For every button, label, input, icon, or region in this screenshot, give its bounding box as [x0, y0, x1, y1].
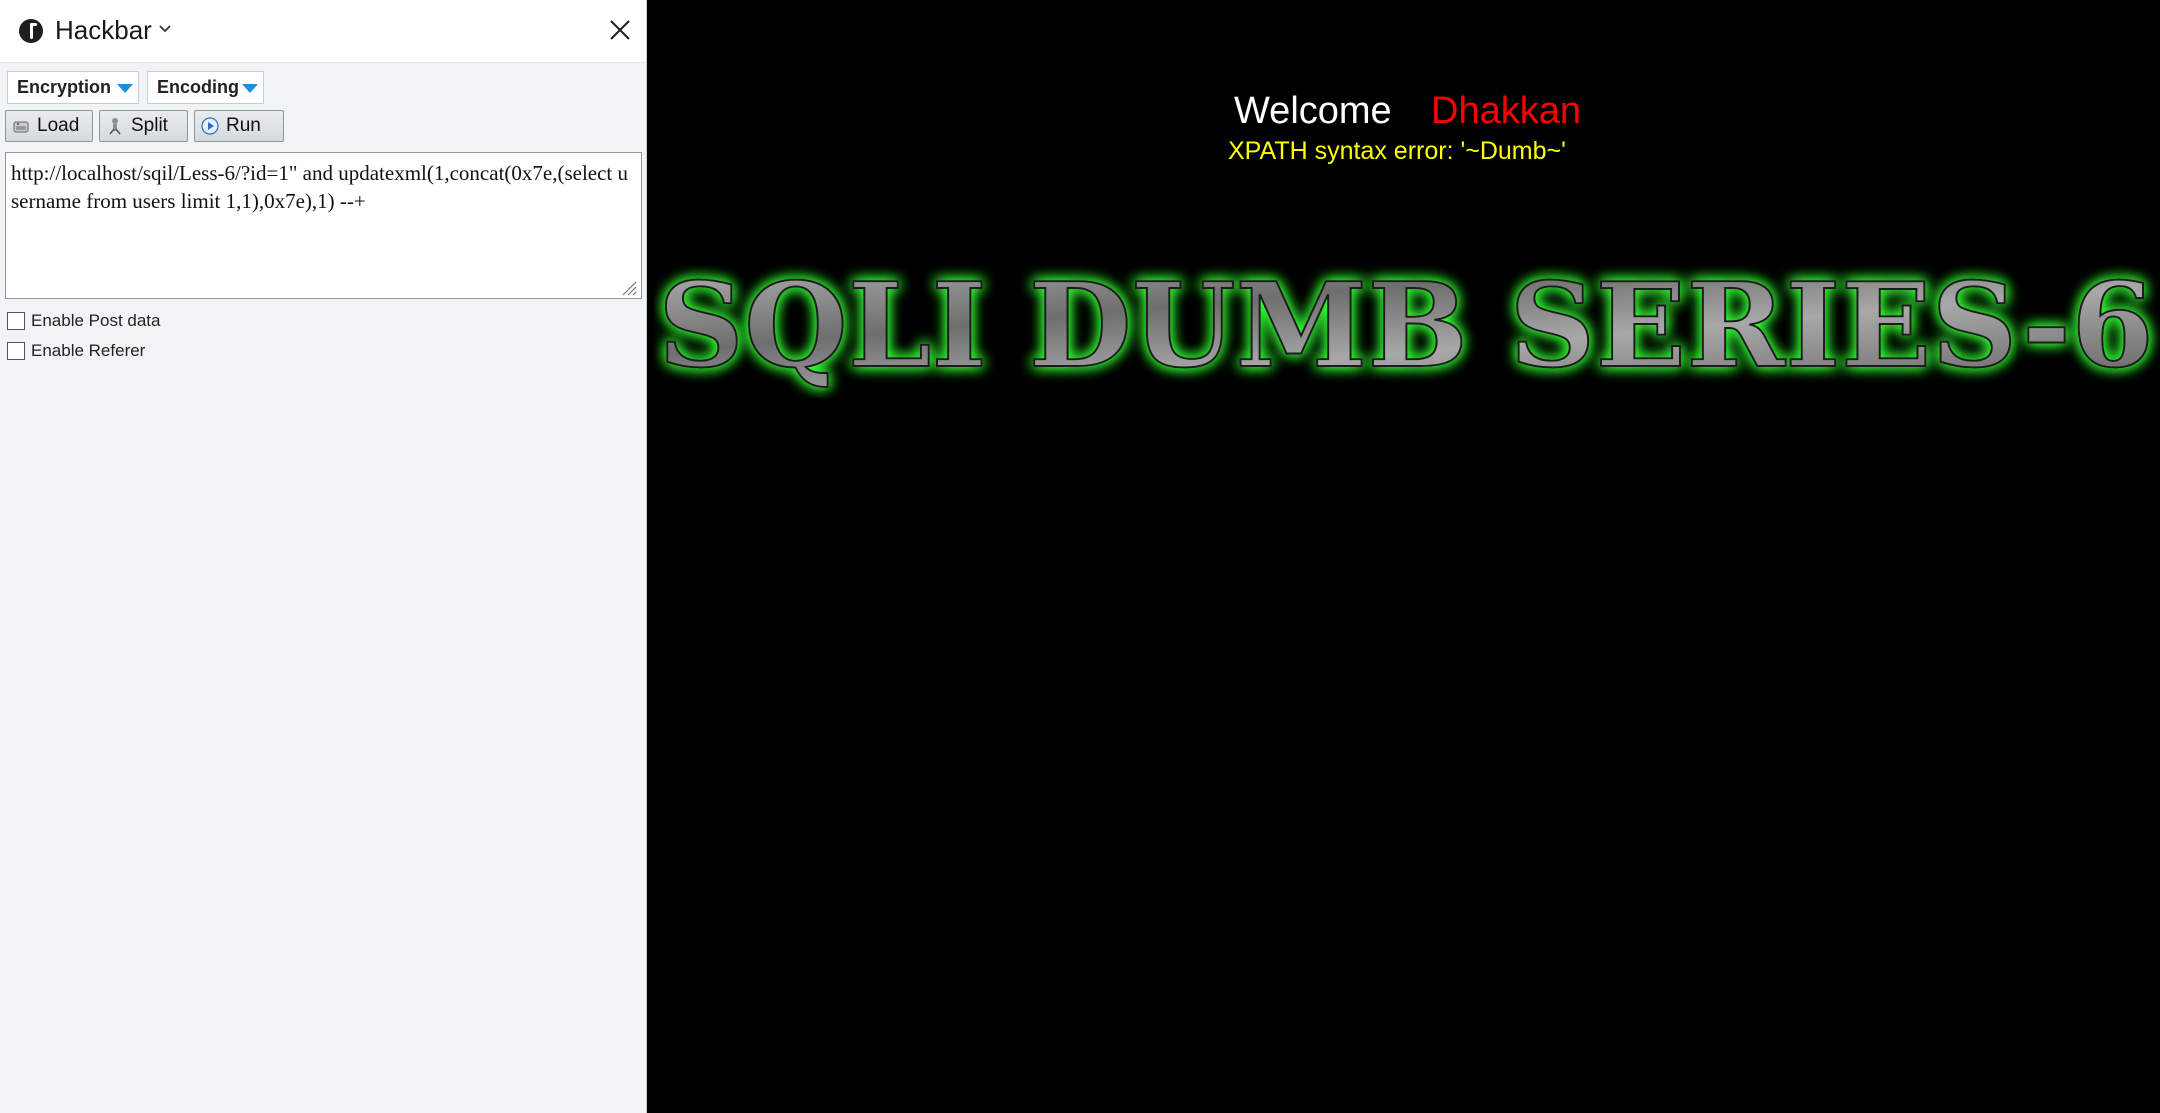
referer-checkbox[interactable]: [7, 342, 25, 360]
encoding-menu-button[interactable]: Encoding: [147, 71, 264, 104]
user-name: Dhakkan: [1431, 90, 1581, 132]
load-label: Load: [37, 115, 80, 136]
split-icon: [109, 118, 121, 135]
run-button[interactable]: Run: [194, 110, 284, 142]
hackbar-sidebar: Hackbar Encryption Encoding Load Split R…: [0, 0, 647, 1113]
dropdown-arrow-icon: [242, 84, 258, 93]
close-icon[interactable]: [608, 18, 632, 42]
split-button[interactable]: Split: [99, 110, 188, 142]
run-label: Run: [226, 115, 261, 136]
banner-text: SQLI DUMB SERIES-6: [658, 258, 2154, 394]
load-icon: [13, 121, 29, 133]
referer-label: Enable Referer: [31, 341, 146, 360]
welcome-label: Welcome: [1234, 90, 1392, 132]
dropdown-arrow-icon: [117, 84, 133, 93]
load-button[interactable]: Load: [5, 110, 93, 142]
sidebar-header: Hackbar: [0, 0, 646, 63]
series-banner: SQLI DUMB SERIES-6: [657, 257, 2155, 395]
post-data-label: Enable Post data: [31, 311, 161, 330]
resize-grip-icon[interactable]: [619, 278, 637, 296]
encryption-menu-button[interactable]: Encryption: [7, 71, 139, 104]
encoding-menu-label: Encoding: [157, 77, 239, 97]
url-input[interactable]: http://localhost/sqil/Less-6/?id=1" and …: [5, 152, 642, 299]
web-page: Welcome Dhakkan XPATH syntax error: '~Du…: [648, 0, 2160, 1113]
hackbar-logo-icon: [19, 19, 43, 43]
post-data-checkbox[interactable]: [7, 312, 25, 330]
sidebar-title[interactable]: Hackbar: [55, 15, 152, 46]
error-message: XPATH syntax error: '~Dumb~': [1228, 137, 1566, 165]
encryption-menu-label: Encryption: [17, 77, 112, 97]
play-icon: [201, 117, 219, 135]
split-label: Split: [131, 115, 168, 136]
chevron-down-icon[interactable]: [158, 24, 172, 34]
